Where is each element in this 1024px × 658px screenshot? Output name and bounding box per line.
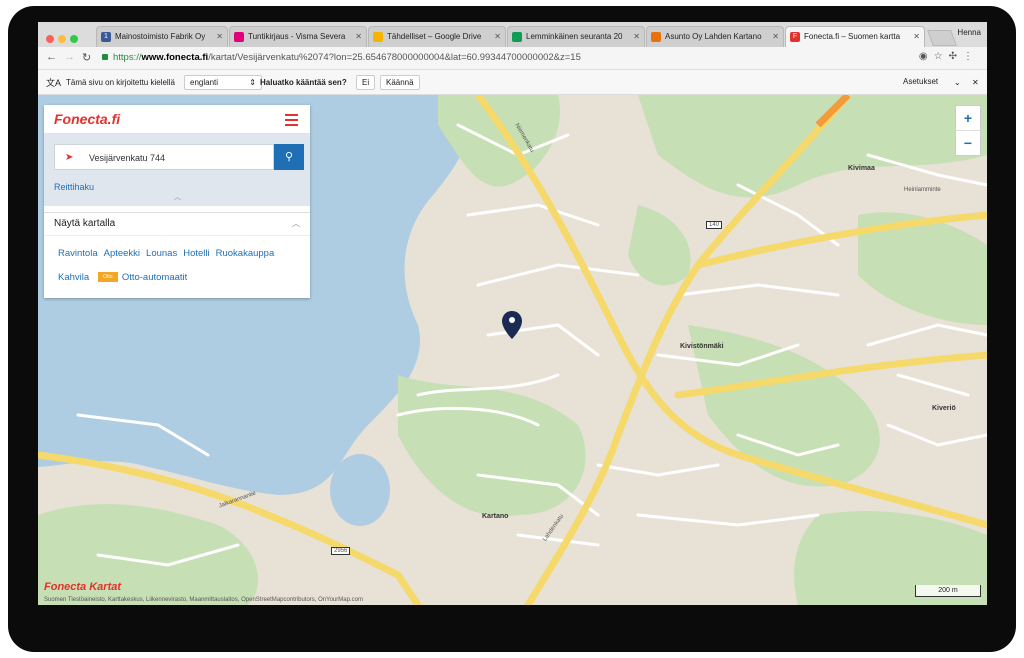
- hamburger-menu-icon[interactable]: [285, 114, 298, 129]
- tab-drive[interactable]: Tähdelliset – Google Drive ✕: [368, 26, 506, 47]
- otto-badge-icon: Otto: [97, 272, 118, 283]
- search-panel: Fonecta.fi ➤ Vesijärvenkatu 744 ⚲ Reitti…: [44, 105, 310, 298]
- close-tab-icon[interactable]: ✕: [633, 32, 640, 41]
- close-tab-icon[interactable]: ✕: [913, 32, 920, 41]
- tab-sheets[interactable]: Lemminkäinen seuranta 20 ✕: [507, 26, 645, 47]
- forward-arrow-icon[interactable]: →: [64, 51, 75, 63]
- profile-name[interactable]: Henna: [957, 28, 981, 37]
- category-kahvila[interactable]: Kahvila: [58, 272, 89, 283]
- window-controls: [46, 30, 82, 48]
- search-area: ➤ Vesijärvenkatu 744 ⚲ Reittihaku ︿: [44, 134, 310, 206]
- chevron-down-icon[interactable]: ⌄: [954, 78, 961, 87]
- chevron-up-icon: ︿: [292, 219, 300, 228]
- more-menu-icon[interactable]: ⋮: [963, 51, 979, 62]
- category-apteekki[interactable]: Apteekki: [104, 248, 140, 259]
- visma-favicon-icon: [234, 32, 244, 42]
- fonecta-logo[interactable]: Fonecta.fi: [54, 111, 120, 127]
- toolbar-icons: ◉☆✣⋮: [919, 51, 979, 62]
- zoom-in-button[interactable]: +: [956, 106, 980, 130]
- show-on-map-header[interactable]: Näytä kartalla ︿: [44, 213, 310, 236]
- fabrik-favicon-icon: 1: [101, 32, 111, 42]
- browser-window: 1 Mainostoimisto Fabrik Oy ✕ Tuntikirjaus …: [38, 22, 987, 605]
- tab-fonecta[interactable]: F Fonecta.fi – Suomen kartta ✕: [785, 26, 925, 47]
- pond: [330, 454, 390, 526]
- category-hotelli[interactable]: Hotelli: [183, 248, 209, 259]
- category-ravintola[interactable]: Ravintola: [58, 248, 98, 259]
- new-tab-button[interactable]: [927, 30, 957, 46]
- language-select[interactable]: englanti ⇕: [184, 75, 262, 90]
- translate-icon: 文A: [46, 78, 62, 88]
- close-tab-icon[interactable]: ✕: [216, 32, 223, 41]
- sheets-favicon-icon: [512, 32, 522, 42]
- category-otto-automaatit[interactable]: Otto-automaatit: [122, 272, 187, 283]
- bookmark-star-icon[interactable]: ☆: [934, 51, 949, 62]
- select-arrows-icon: ⇕: [249, 78, 256, 87]
- translate-bar: 文A Tämä sivu on kirjoitettu kielellä eng…: [38, 70, 987, 95]
- drive-favicon-icon: [373, 32, 383, 42]
- tab-visma[interactable]: Tuntikirjaus - Visma Severa ✕: [229, 26, 367, 47]
- translate-settings-button[interactable]: Asetukset: [898, 75, 943, 88]
- tab-bar: 1 Mainostoimisto Fabrik Oy ✕ Tuntikirjaus …: [38, 22, 987, 47]
- url-field[interactable]: https://www.fonecta.fi/kartat/Vesijärven…: [98, 50, 918, 66]
- show-on-map-section: Näytä kartalla ︿ Ravintola Apteekki Lounas…: [44, 212, 310, 298]
- address-bar: ← → ↻ https://www.fonecta.fi/kartat/Vesi…: [38, 47, 987, 70]
- close-tab-icon[interactable]: ✕: [355, 32, 362, 41]
- maximize-window-button[interactable]: [70, 35, 78, 43]
- extension-move-icon[interactable]: ✣: [949, 51, 963, 62]
- category-lounas[interactable]: Lounas: [146, 248, 177, 259]
- locate-arrow-icon[interactable]: ➤: [65, 145, 73, 171]
- reload-icon[interactable]: ↻: [82, 51, 91, 64]
- route-search-link[interactable]: Reittihaku: [54, 182, 94, 192]
- category-links: Ravintola Apteekki Lounas Hotelli Ruokakaupp…: [44, 236, 310, 298]
- asunto-favicon-icon: [651, 32, 661, 42]
- translate-button[interactable]: Käännä: [380, 75, 420, 90]
- chevron-up-icon[interactable]: ︿: [174, 192, 181, 202]
- tab-asunto[interactable]: Asunto Oy Lahden Kartano ✕: [646, 26, 784, 47]
- extension-icon[interactable]: ◉: [919, 51, 934, 62]
- close-window-button[interactable]: [46, 35, 54, 43]
- close-icon[interactable]: ✕: [972, 78, 979, 87]
- search-button[interactable]: ⚲: [274, 144, 304, 170]
- map-canvas[interactable]: Kivimaa Kivistönmäki Kiveriö Kartano Nie…: [38, 95, 987, 605]
- search-icon: ⚲: [284, 151, 294, 163]
- minimize-window-button[interactable]: [58, 35, 66, 43]
- back-arrow-icon[interactable]: ←: [46, 51, 57, 63]
- close-tab-icon[interactable]: ✕: [494, 32, 501, 41]
- zoom-out-button[interactable]: −: [956, 130, 980, 155]
- lock-icon: [102, 54, 108, 61]
- fonecta-kartat-logo: Fonecta Kartat: [44, 581, 122, 593]
- category-ruokakauppa[interactable]: Ruokakauppa: [216, 248, 275, 259]
- map-scale-bar: 200 m: [915, 585, 981, 597]
- translate-no-button[interactable]: Ei: [356, 75, 376, 90]
- close-tab-icon[interactable]: ✕: [772, 32, 779, 41]
- tab-fabrik[interactable]: 1 Mainostoimisto Fabrik Oy ✕: [96, 26, 228, 47]
- map-attribution: Suomen Tiestöaineisto, Karttakeskus, Lii…: [44, 597, 363, 603]
- fonecta-favicon-icon: F: [790, 32, 800, 42]
- panel-header: Fonecta.fi: [44, 105, 310, 134]
- zoom-controls: + −: [955, 105, 981, 156]
- search-input[interactable]: ➤ Vesijärvenkatu 744: [54, 144, 274, 170]
